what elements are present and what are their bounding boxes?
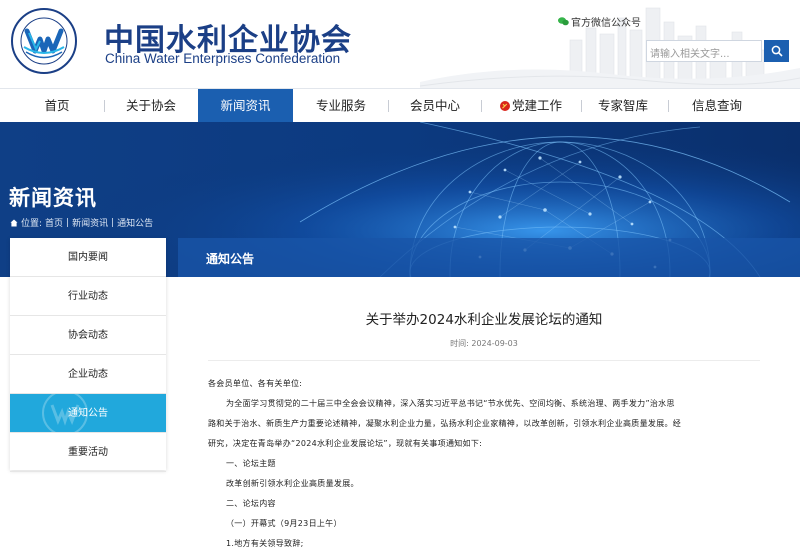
article-title: 关于举办2024水利企业发展论坛的通知 (365, 312, 603, 328)
nav-item-members[interactable]: 会员中心 (395, 89, 475, 122)
nav-item-experts[interactable]: 专家智库 (585, 89, 661, 122)
sidebar: 国内要闻 行业动态 协会动态 企业动态 通知公告 重要活动 (10, 238, 166, 472)
nav-divider (104, 100, 105, 112)
article-paragraph: 各会员单位、各有关单位: (208, 379, 303, 388)
sidebar-item-enterprise-news[interactable]: 企业动态 (10, 355, 166, 394)
article-paragraph: 二、论坛内容 (226, 499, 276, 508)
nav-item-services[interactable]: 专业服务 (300, 89, 382, 122)
wechat-link[interactable]: 官方微信公众号 (558, 14, 641, 29)
article-paragraph: 1.地方有关领导致辞; (226, 539, 304, 548)
nav-item-about[interactable]: 关于协会 (112, 89, 190, 122)
wechat-icon (558, 17, 569, 26)
panel-title: 通知公告 (206, 252, 255, 266)
nav-item-news[interactable]: 新闻资讯 (198, 89, 293, 122)
search-icon (771, 45, 783, 57)
breadcrumb-home[interactable]: 首页 (45, 216, 63, 229)
sidebar-item-events[interactable]: 重要活动 (10, 433, 166, 472)
article-date: 时间: 2024-09-03 (450, 339, 518, 348)
wechat-label: 官方微信公众号 (571, 18, 641, 29)
nav-divider (581, 100, 582, 112)
breadcrumb-notices[interactable]: 通知公告 (117, 216, 153, 229)
sidebar-item-domestic-news[interactable]: 国内要闻 (10, 238, 166, 277)
water-w-logo-icon (11, 8, 77, 74)
article-paragraph: 路和关于治水、新质生产力重要论述精神，凝聚水利企业力量，弘扬水利企业家精神，以改… (208, 419, 682, 428)
nav-divider (668, 100, 669, 112)
nav-divider (481, 100, 482, 112)
panel-header (178, 238, 800, 277)
sidebar-item-notices[interactable]: 通知公告 (10, 394, 166, 433)
article-paragraph: 为全面学习贯彻党的二十届三中全会会议精神，深入落实习近平总书记“节水优先、空间均… (226, 399, 675, 408)
sidebar-item-association-news[interactable]: 协会动态 (10, 316, 166, 355)
breadcrumb-prefix: 位置: (21, 219, 43, 229)
article-paragraph: 一、论坛主题 (226, 459, 276, 468)
banner-title: 新闻资讯 (9, 186, 97, 210)
site-subtitle: China Water Enterprises Confederation (105, 51, 341, 66)
search-button[interactable] (764, 40, 789, 62)
breadcrumb-separator: | (111, 217, 115, 228)
nav-item-home[interactable]: 首页 (18, 89, 96, 122)
party-emblem-icon (499, 90, 510, 111)
sidebar-item-industry-news[interactable]: 行业动态 (10, 277, 166, 316)
article-paragraph: 改革创新引领水利企业高质量发展。 (226, 479, 359, 488)
nav-item-party[interactable]: 党建工作 (488, 89, 574, 122)
site-header: 中国水利企业协会 China Water Enterprises Confede… (0, 0, 800, 88)
article-paragraph: （一）开幕式（9月23日上午） (226, 519, 342, 528)
nav-item-query[interactable]: 信息查询 (676, 89, 758, 122)
main-navigation: 首页 关于协会 新闻资讯 专业服务 会员中心 党建工作 专家智库 信息查询 (0, 88, 800, 122)
breadcrumb-separator: | (66, 217, 70, 228)
association-logo[interactable] (10, 7, 78, 75)
breadcrumb-news[interactable]: 新闻资讯 (72, 216, 108, 229)
article-divider (208, 360, 760, 361)
article-paragraph: 研究，决定在青岛举办“2024水利企业发展论坛”，现就有关事项通知如下: (208, 439, 483, 448)
search-input[interactable]: 请输入相关文字... (646, 40, 762, 62)
nav-divider (388, 100, 389, 112)
home-icon (10, 219, 18, 226)
breadcrumb: 位置: 首页 | 新闻资讯 | 通知公告 (10, 216, 153, 229)
